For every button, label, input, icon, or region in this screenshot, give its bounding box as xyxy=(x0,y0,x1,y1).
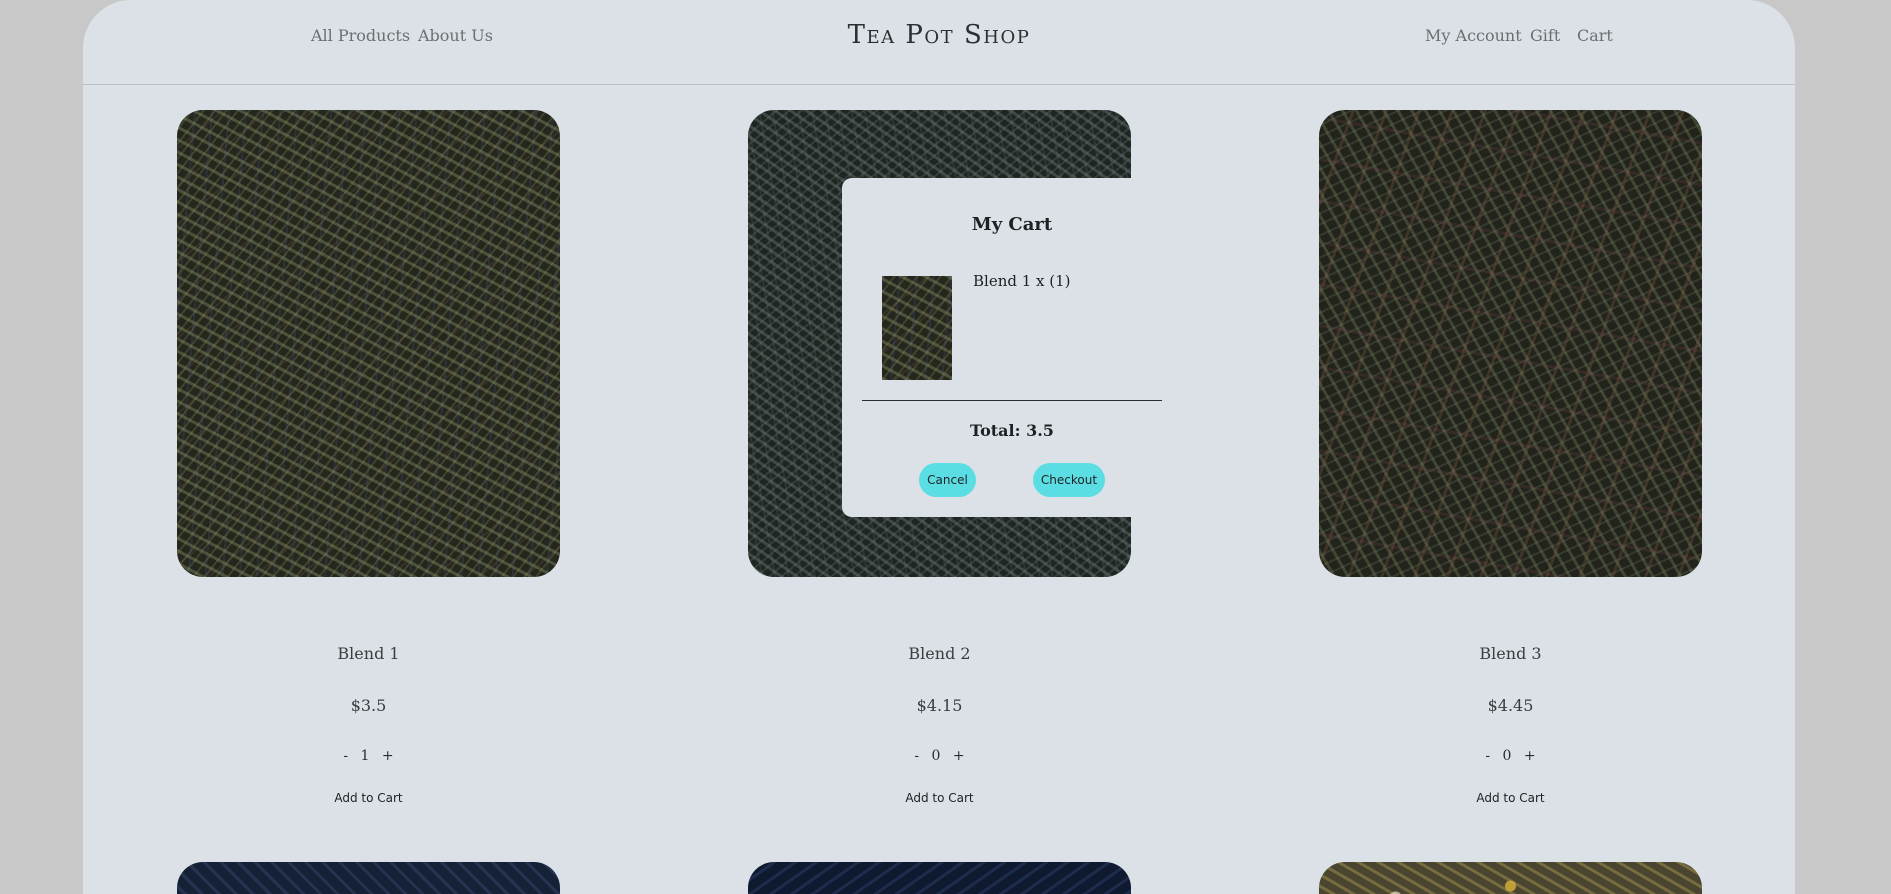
nav-gift-link[interactable]: Gift xyxy=(1530,26,1560,45)
product-price: $3.5 xyxy=(350,696,387,715)
product-name: Blend 1 xyxy=(337,644,400,663)
quantity-stepper: - 0 + xyxy=(1319,748,1702,764)
nav-cart-link[interactable]: Cart xyxy=(1577,26,1613,45)
increase-quantity-button[interactable]: + xyxy=(1520,748,1540,764)
quantity-value: 0 xyxy=(1502,748,1512,764)
decrease-quantity-button[interactable]: - xyxy=(910,748,923,764)
add-to-cart-button[interactable]: Add to Cart xyxy=(177,791,560,805)
product-image-blend-5[interactable] xyxy=(748,862,1131,894)
product-image-blend-4[interactable] xyxy=(177,862,560,894)
quantity-stepper: - 0 + xyxy=(748,748,1131,764)
checkout-button[interactable]: Checkout xyxy=(1033,463,1105,497)
product-price: $4.45 xyxy=(1487,696,1534,715)
product-image-blend-6[interactable] xyxy=(1319,862,1702,894)
increase-quantity-button[interactable]: + xyxy=(949,748,969,764)
cart-modal: My Cart Blend 1 x (1) Total: 3.5 Cancel … xyxy=(842,178,1182,517)
product-name: Blend 2 xyxy=(908,644,971,663)
add-to-cart-button[interactable]: Add to Cart xyxy=(748,791,1131,805)
product-price: $4.15 xyxy=(916,696,963,715)
cart-item-thumbnail xyxy=(882,276,952,380)
decrease-quantity-button[interactable]: - xyxy=(339,748,352,764)
nav-my-account-link[interactable]: My Account xyxy=(1425,26,1522,45)
add-to-cart-button[interactable]: Add to Cart xyxy=(1319,791,1702,805)
cart-item-label: Blend 1 x (1) xyxy=(973,272,1071,290)
site-header: All Products About Us Tea Pot Shop My Ac… xyxy=(83,0,1795,85)
cart-total: Total: 3.5 xyxy=(970,421,1054,440)
product-name: Blend 3 xyxy=(1479,644,1542,663)
page-container: All Products About Us Tea Pot Shop My Ac… xyxy=(83,0,1795,894)
cart-modal-title: My Cart xyxy=(971,214,1053,235)
decrease-quantity-button[interactable]: - xyxy=(1481,748,1494,764)
quantity-stepper: - 1 + xyxy=(177,748,560,764)
cancel-button[interactable]: Cancel xyxy=(919,463,976,497)
quantity-value: 1 xyxy=(360,748,370,764)
product-image-blend-3[interactable] xyxy=(1319,110,1702,577)
quantity-value: 0 xyxy=(931,748,941,764)
product-image-blend-1[interactable] xyxy=(177,110,560,577)
cart-divider xyxy=(862,400,1162,401)
increase-quantity-button[interactable]: + xyxy=(378,748,398,764)
